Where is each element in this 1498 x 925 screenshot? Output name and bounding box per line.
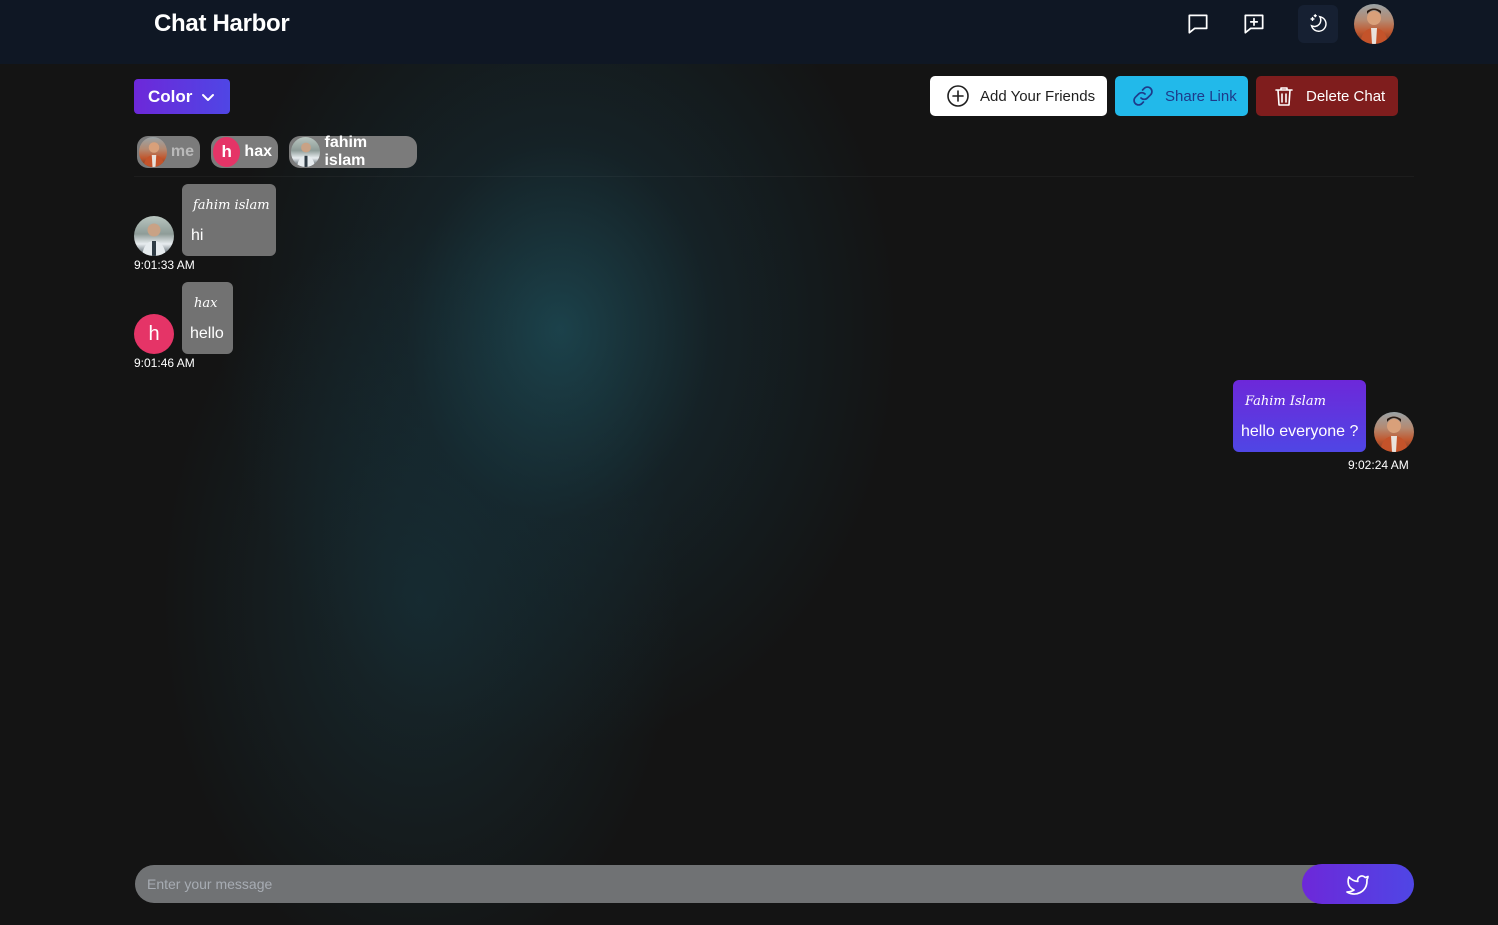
message-bubble-outgoing: Fahim Islam hello everyone ? [1233, 380, 1366, 452]
message-time: 9:01:33 AM [134, 258, 195, 272]
message-time: 9:02:24 AM [1348, 458, 1409, 472]
app-brand[interactable]: Chat Harbor [154, 10, 290, 38]
member-chip-hax[interactable]: h hax [211, 136, 278, 168]
share-link-label: Share Link [1165, 87, 1237, 105]
message-text: hello [190, 325, 224, 342]
avatar: h [213, 137, 241, 167]
profile-avatar[interactable] [1354, 4, 1394, 44]
chevron-down-icon [200, 89, 216, 105]
message-text: hello everyone ? [1241, 423, 1359, 440]
member-list: me h hax fahim islam [134, 134, 1414, 177]
avatar [291, 137, 321, 167]
message-avatar [1374, 412, 1414, 452]
member-chip-fahim-islam[interactable]: fahim islam [289, 134, 417, 169]
add-friends-label: Add Your Friends [980, 87, 1096, 105]
trash-icon [1272, 84, 1296, 108]
new-message-icon[interactable] [1240, 10, 1268, 38]
add-friends-button[interactable]: Add Your Friends [930, 76, 1107, 116]
composer [135, 865, 1413, 903]
color-dropdown-button[interactable]: Color [134, 79, 230, 114]
member-name: me [170, 143, 194, 160]
twitter-bird-icon [1346, 872, 1370, 896]
message-input[interactable] [135, 865, 1305, 903]
theme-toggle-icon[interactable] [1298, 5, 1338, 43]
message-text: hi [191, 227, 204, 244]
avatar [139, 137, 167, 167]
top-navbar: Chat Harbor [0, 0, 1498, 64]
member-name: hax [244, 143, 272, 160]
message-sender: Fahim Islam [1245, 394, 1326, 409]
member-chip-me[interactable]: me [137, 136, 200, 168]
message-avatar [134, 216, 174, 256]
chat-bubble-icon[interactable] [1184, 10, 1212, 38]
member-name: fahim islam [324, 134, 368, 169]
message-time: 9:01:46 AM [134, 356, 195, 370]
color-label: Color [148, 86, 193, 106]
message-sender: hax [194, 296, 218, 311]
message-sender: fahim islam [193, 198, 270, 213]
send-button[interactable] [1302, 864, 1414, 904]
link-icon [1131, 84, 1155, 108]
message-avatar: h [134, 314, 174, 354]
delete-chat-button[interactable]: Delete Chat [1256, 76, 1398, 116]
delete-chat-label: Delete Chat [1306, 87, 1386, 105]
message-bubble: fahim islam hi [182, 184, 276, 256]
message-bubble: hax hello [182, 282, 233, 354]
plus-circle-icon [946, 84, 970, 108]
share-link-button[interactable]: Share Link [1115, 76, 1248, 116]
